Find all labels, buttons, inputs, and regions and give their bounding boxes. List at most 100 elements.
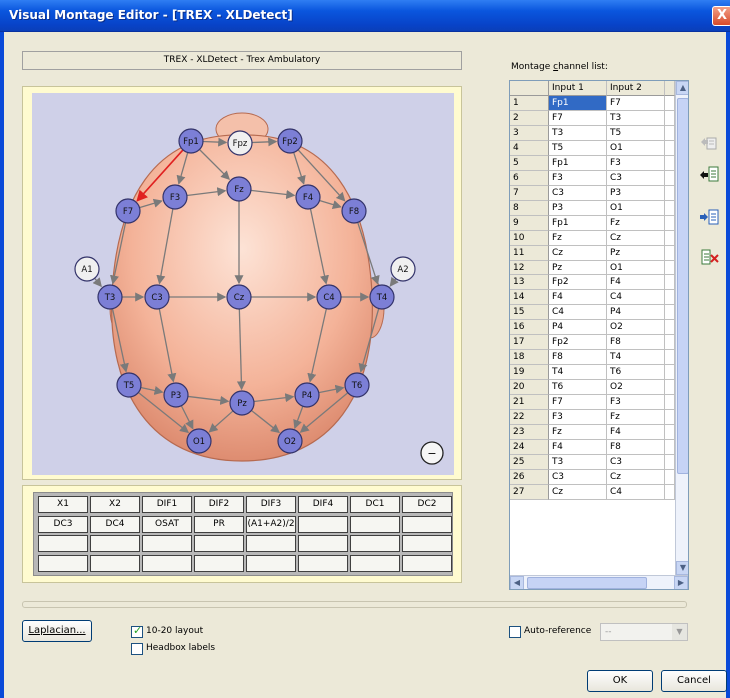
scroll-left-icon[interactable]: ◀ xyxy=(510,576,524,589)
aux-channel-dif2[interactable]: DIF2 xyxy=(194,496,244,513)
aux-channel-empty[interactable] xyxy=(246,554,296,572)
input-1-cell[interactable]: Cz xyxy=(549,245,607,261)
input-2-cell[interactable]: Pz xyxy=(607,245,665,261)
horizontal-scroll-thumb[interactable] xyxy=(527,577,647,589)
input-1-cell[interactable]: Fp1 xyxy=(549,95,607,111)
extra-cell[interactable] xyxy=(665,110,675,126)
input-2-cell[interactable]: T6 xyxy=(607,365,665,381)
vertical-scroll-thumb[interactable] xyxy=(677,98,688,474)
table-row[interactable]: 12 Pz O1 xyxy=(510,260,675,276)
electrode-c3[interactable]: C3 xyxy=(144,284,170,310)
input-1-cell[interactable]: F3 xyxy=(549,170,607,186)
extra-cell[interactable] xyxy=(665,125,675,141)
input-1-cell[interactable]: P3 xyxy=(549,200,607,216)
electrode-fp2[interactable]: Fp2 xyxy=(277,128,303,154)
move-up-button[interactable] xyxy=(697,131,719,153)
input-1-cell[interactable]: Fp1 xyxy=(549,155,607,171)
extra-cell[interactable] xyxy=(665,155,675,171)
extra-cell[interactable] xyxy=(665,95,675,111)
input-1-cell[interactable]: F4 xyxy=(549,290,607,306)
table-row[interactable]: 23 Fz F4 xyxy=(510,425,675,441)
electrode-map-canvas[interactable]: Fp1 Fpz Fp2 F7 F3 Fz F4 F8 A1 A2 T3 C3 Cz C4 T4 T5 P3 Pz P… xyxy=(32,93,454,475)
extra-cell[interactable] xyxy=(665,410,675,426)
electrode-p4[interactable]: P4 xyxy=(294,382,320,408)
column-header-3[interactable] xyxy=(665,81,675,96)
input-2-cell[interactable]: P4 xyxy=(607,305,665,321)
aux-channel-empty[interactable] xyxy=(90,554,140,572)
delete-channel-button[interactable] xyxy=(697,245,719,267)
input-1-cell[interactable]: Fp2 xyxy=(549,275,607,291)
auto-reference-checkbox[interactable] xyxy=(509,626,521,638)
input-2-cell[interactable]: P3 xyxy=(607,185,665,201)
aux-channel-empty[interactable] xyxy=(90,535,140,552)
input-2-cell[interactable]: F4 xyxy=(607,425,665,441)
table-row[interactable]: 24 F4 F8 xyxy=(510,440,675,455)
table-row[interactable]: 4 T5 O1 xyxy=(510,140,675,156)
input-1-cell[interactable]: T5 xyxy=(549,140,607,156)
aux-channel-pr[interactable]: PR xyxy=(194,515,244,533)
input-1-cell[interactable]: F7 xyxy=(549,395,607,411)
table-row[interactable]: 10 Fz Cz xyxy=(510,230,675,246)
aux-channel-empty[interactable] xyxy=(402,554,452,572)
aux-channel-dc2[interactable]: DC2 xyxy=(402,496,452,513)
column-header-2[interactable]: Input 2 xyxy=(607,81,665,96)
extra-cell[interactable] xyxy=(665,335,675,351)
aux-channel-empty[interactable] xyxy=(298,554,348,572)
input-2-cell[interactable]: C3 xyxy=(607,455,665,470)
input-1-cell[interactable]: Fp2 xyxy=(549,335,607,351)
table-row[interactable]: 15 C4 P4 xyxy=(510,305,675,321)
table-row[interactable]: 16 P4 O2 xyxy=(510,320,675,336)
electrode-p3[interactable]: P3 xyxy=(163,382,189,408)
aux-channel-dc4[interactable]: DC4 xyxy=(90,515,140,533)
aux-channel-dif3[interactable]: DIF3 xyxy=(246,496,296,513)
laplacian-button[interactable]: Laplacian... xyxy=(22,620,92,642)
extra-cell[interactable] xyxy=(665,200,675,216)
close-button[interactable]: X xyxy=(712,6,730,26)
table-row[interactable]: 11 Cz Pz xyxy=(510,245,675,261)
input-2-cell[interactable]: F8 xyxy=(607,440,665,455)
input-1-cell[interactable]: C3 xyxy=(549,185,607,201)
extra-cell[interactable] xyxy=(665,185,675,201)
aux-channel-empty[interactable] xyxy=(402,535,452,552)
electrode-fp1[interactable]: Fp1 xyxy=(178,128,204,154)
input-2-cell[interactable]: Cz xyxy=(607,230,665,246)
aux-channel-empty[interactable] xyxy=(298,535,348,552)
scroll-down-icon[interactable]: ▼ xyxy=(676,561,688,575)
extra-cell[interactable] xyxy=(665,260,675,276)
input-1-cell[interactable]: T6 xyxy=(549,380,607,396)
input-2-cell[interactable]: O1 xyxy=(607,140,665,156)
electrode-pz[interactable]: Pz xyxy=(229,390,255,416)
horizontal-scrollbar[interactable]: ◀ ▶ xyxy=(510,575,688,589)
input-2-cell[interactable]: F3 xyxy=(607,395,665,411)
aux-channel-empty[interactable] xyxy=(350,515,400,533)
table-row[interactable]: 22 F3 Fz xyxy=(510,410,675,426)
input-1-cell[interactable]: F7 xyxy=(549,110,607,126)
aux-channel--a1-a2-2[interactable]: (A1+A2)/2 xyxy=(246,515,296,533)
input-1-cell[interactable]: T3 xyxy=(549,455,607,470)
electrode-t4[interactable]: T4 xyxy=(369,284,395,310)
aux-channel-empty[interactable] xyxy=(142,535,192,552)
auto-reference-dropdown[interactable]: -- ▼ xyxy=(600,623,688,641)
table-row[interactable]: 20 T6 O2 xyxy=(510,380,675,396)
table-row[interactable]: 17 Fp2 F8 xyxy=(510,335,675,351)
electrode-c4[interactable]: C4 xyxy=(316,284,342,310)
insert-before-button[interactable] xyxy=(697,162,719,184)
extra-cell[interactable] xyxy=(665,170,675,186)
extra-cell[interactable] xyxy=(665,215,675,231)
input-2-cell[interactable]: T4 xyxy=(607,350,665,366)
electrode-a2[interactable]: A2 xyxy=(390,256,416,282)
input-1-cell[interactable]: Cz xyxy=(549,484,607,500)
insert-after-button[interactable] xyxy=(697,205,719,227)
extra-cell[interactable] xyxy=(665,245,675,261)
cancel-button[interactable]: Cancel xyxy=(661,670,727,692)
aux-channel-dc3[interactable]: DC3 xyxy=(38,515,88,533)
input-2-cell[interactable]: F8 xyxy=(607,335,665,351)
aux-channel-x1[interactable]: X1 xyxy=(38,496,88,513)
electrode-f3[interactable]: F3 xyxy=(162,184,188,210)
extra-cell[interactable] xyxy=(665,425,675,441)
table-row[interactable]: 3 T3 T5 xyxy=(510,125,675,141)
electrode-fpz[interactable]: Fpz xyxy=(227,130,253,156)
electrode-t6[interactable]: T6 xyxy=(344,372,370,398)
table-row[interactable]: 6 F3 C3 xyxy=(510,170,675,186)
input-1-cell[interactable]: T3 xyxy=(549,125,607,141)
